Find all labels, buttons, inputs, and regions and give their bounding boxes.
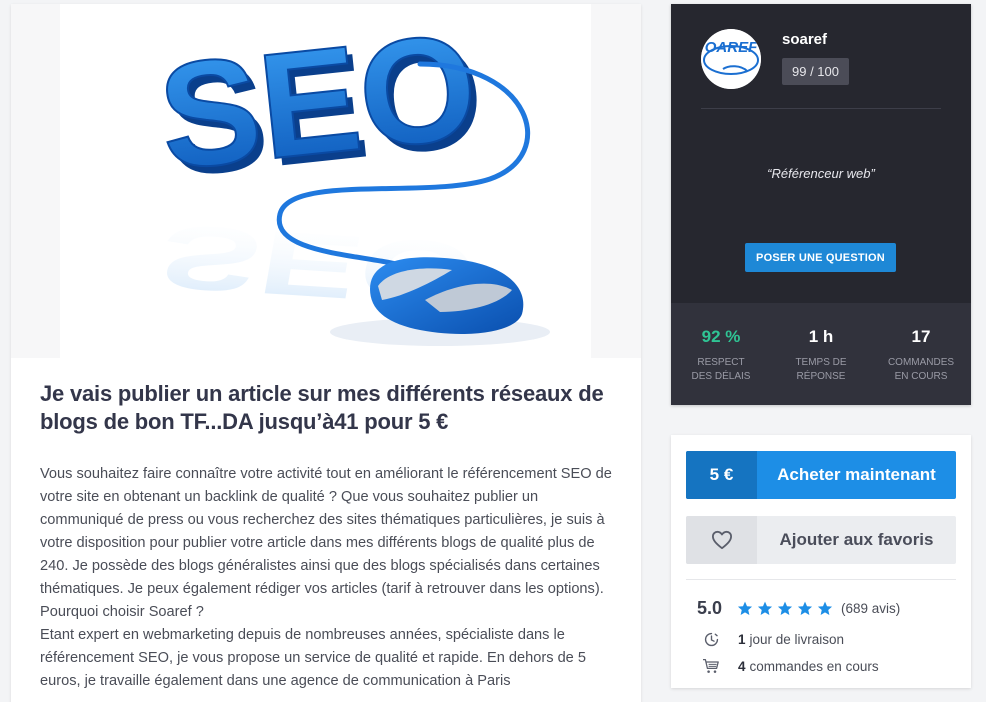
seo-illustration: SEO SEO SEO [60,4,591,358]
add-to-favorites-label[interactable]: Ajouter aux favoris [757,516,956,564]
rating-value: 5.0 [697,598,723,618]
cart-icon-svg [703,658,719,673]
seller-name[interactable]: soaref [782,31,827,48]
orders-label: commandes en cours [749,658,879,674]
description-paragraph: Etant expert en webmarketing depuis de n… [40,627,586,689]
stat-label: COMMANDES EN COURS [871,356,971,384]
seller-stats: 92 % RESPECT DES DÉLAIS 1 h TEMPS DE RÉP… [671,303,971,405]
stat-response-time: 1 h TEMPS DE RÉPONSE [771,303,871,405]
star-icon [757,601,773,615]
delivery-days: 1 [738,631,746,647]
gig-title: Je vais publier un article sur mes diffé… [40,381,604,434]
stat-label-line: RÉPONSE [796,371,846,382]
gig-description: Vous souhaitez faire connaître votre act… [40,463,612,693]
seller-info: OAREF soaref 99 / 100 “Référenceur web” … [671,4,971,303]
stat-on-time: 92 % RESPECT DES DÉLAIS [671,303,771,405]
cart-icon [701,657,721,675]
price[interactable]: 5 € [686,451,757,499]
review-count[interactable]: (689 avis) [841,601,900,616]
orders-info: 4 commandes en cours [701,657,879,675]
gig-card: SEO SEO SEO Je vais publier un article s… [11,4,641,702]
clock-icon [701,630,721,648]
stat-value: 1 h [808,327,834,346]
buy-now-label[interactable]: Acheter maintenant [757,451,956,499]
rating: 5.0 (689 avis) [697,598,900,619]
ask-question-button[interactable]: POSER UNE QUESTION [745,243,896,272]
delivery-info: 1 jour de livraison [701,630,844,648]
seller-tagline: “Référenceur web” [767,166,875,181]
stat-label-line: RESPECT [697,357,745,368]
gig-image[interactable]: SEO SEO SEO [11,4,641,358]
clock-icon-svg [704,632,718,646]
stat-label-line: EN COURS [894,371,948,382]
description-paragraph: Vous souhaitez faire connaître votre act… [40,466,612,597]
stat-label: TEMPS DE RÉPONSE [771,356,871,384]
avatar-text: OAREF [705,39,758,56]
star-icon [817,601,833,615]
star-icon [797,601,813,615]
stat-label-line: COMMANDES [887,357,955,368]
rating-stars [737,601,833,616]
seo-text: SEO [152,4,485,201]
seo-mouse-illustration: SEO SEO SEO [151,4,550,346]
avatar[interactable]: OAREF [701,29,761,89]
heart-icon[interactable] [686,516,757,564]
divider [701,108,941,109]
seller-score-badge: 99 / 100 [782,58,849,85]
stat-label-line: TEMPS DE [795,357,847,368]
description-paragraph: Pourquoi choisir Soaref ? [40,604,204,620]
stat-label: RESPECT DES DÉLAIS [671,356,771,384]
star-icon [777,601,793,615]
delivery-label: jour de livraison [749,631,845,647]
star-icon [737,601,753,615]
order-card: 5 € Acheter maintenant Ajouter aux favor… [671,435,971,688]
avatar-logo: OAREF [701,29,761,89]
stat-orders-in-progress: 17 COMMANDES EN COURS [871,303,971,405]
add-to-favorites-button[interactable]: Ajouter aux favoris [686,516,956,564]
buy-now-button[interactable]: 5 € Acheter maintenant [686,451,956,499]
divider [686,579,956,580]
stat-value: 17 [911,327,931,346]
seller-card: OAREF soaref 99 / 100 “Référenceur web” … [671,4,971,405]
stat-value: 92 % [701,327,741,346]
heart-icon-svg [711,530,732,550]
stat-label-line: DES DÉLAIS [691,371,751,382]
orders-count: 4 [738,658,746,674]
